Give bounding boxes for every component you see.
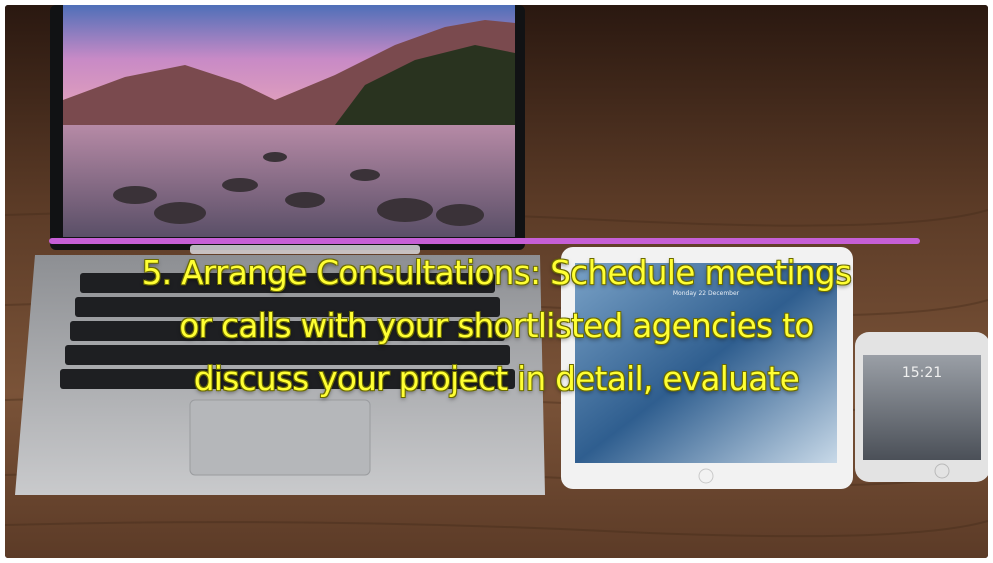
caption-line-2: or calls with your shortlisted agencies …	[179, 307, 814, 345]
caption-divider	[49, 238, 920, 244]
laptop-wallpaper	[63, 5, 515, 254]
caption-line-1: 5. Arrange Consultations: Schedule meeti…	[141, 254, 852, 292]
caption-line-3: discuss your project in detail, evaluate	[193, 360, 800, 398]
caption-text: 5. Arrange Consultations: Schedule meeti…	[25, 247, 968, 406]
video-frame: Monday 22 December 15:21 5. Arrange Cons…	[5, 5, 988, 558]
laptop-trackpad	[189, 399, 371, 476]
